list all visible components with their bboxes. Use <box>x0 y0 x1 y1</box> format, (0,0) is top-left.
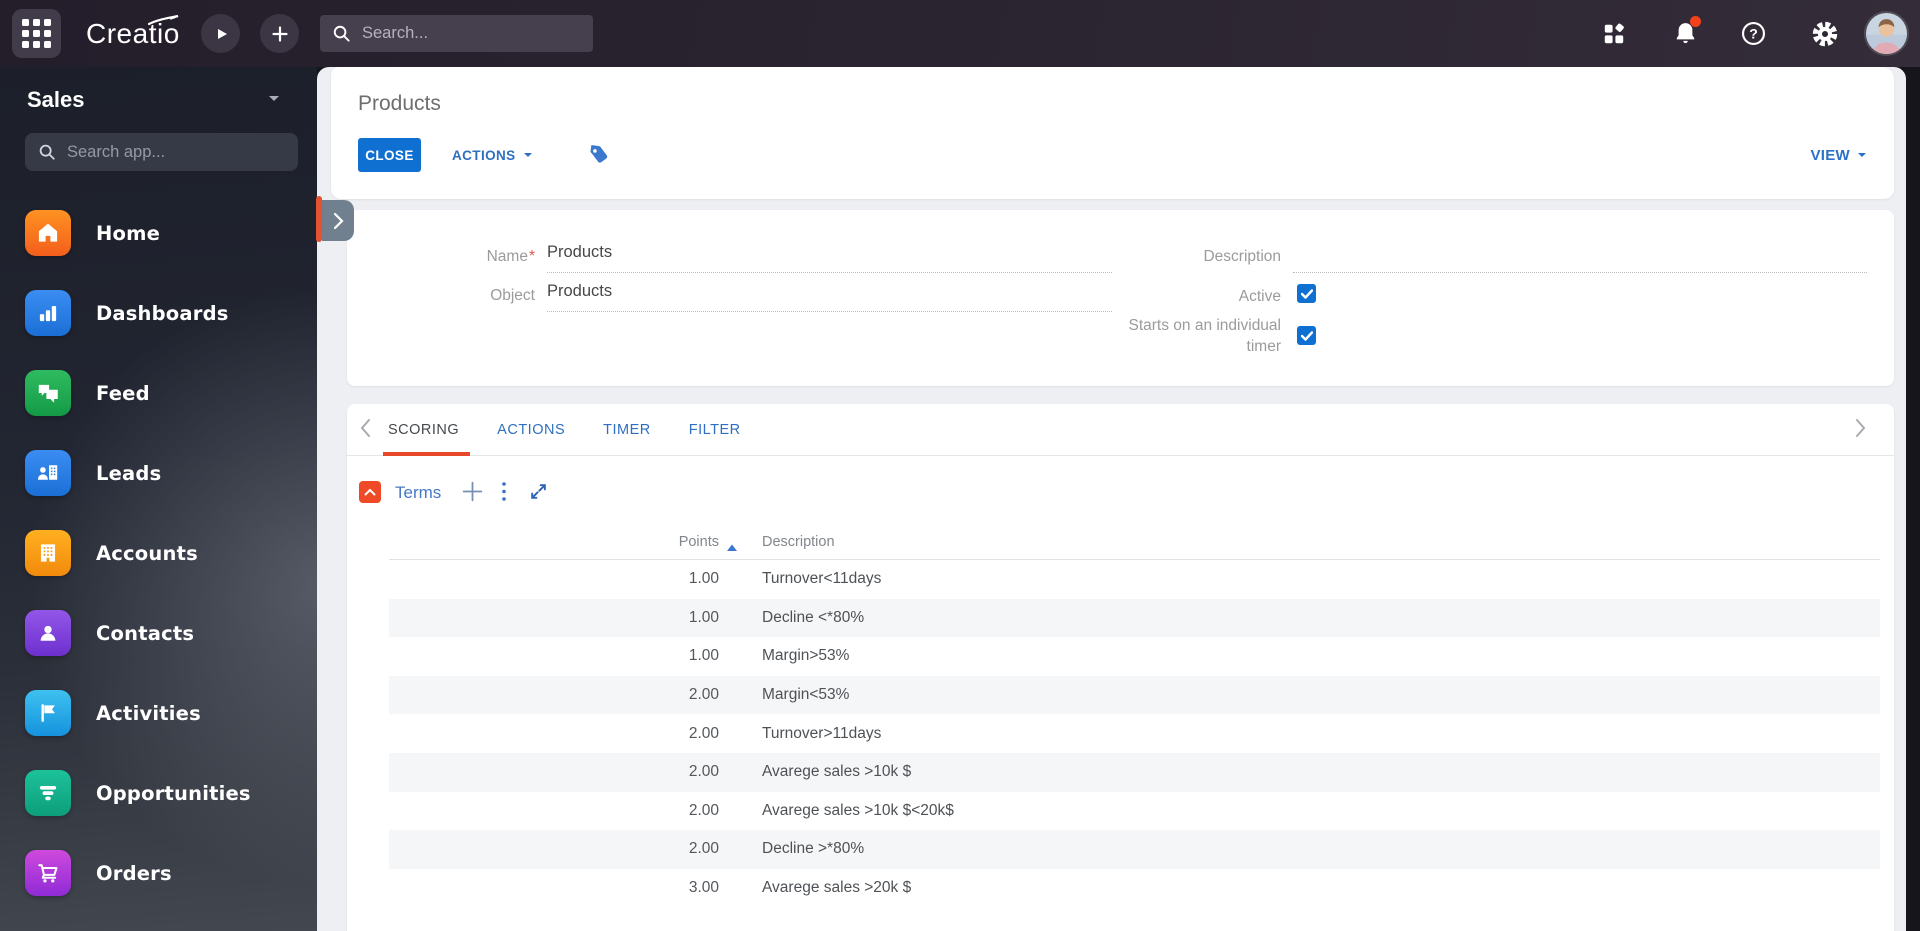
name-field[interactable]: Products <box>547 243 1112 273</box>
timer-label: Starts on an individual timer <box>1128 317 1281 355</box>
apps-grid-icon[interactable] <box>12 9 61 58</box>
tab-timer[interactable]: TIMER <box>603 422 651 438</box>
creatio-logo[interactable]: Creatio <box>86 0 180 67</box>
tab-scoring[interactable]: SCORING <box>388 422 459 438</box>
app-search-input[interactable]: Search app... <box>25 133 298 171</box>
tabs: SCORING ACTIONS TIMER FILTER <box>388 404 741 456</box>
object-label: Object <box>490 287 535 304</box>
logo-swoosh-icon <box>148 15 179 26</box>
add-record-button[interactable] <box>461 480 484 508</box>
chevron-down-icon <box>1858 153 1866 161</box>
table-row[interactable]: 2.00 Decline >*80% <box>389 830 1880 869</box>
detail-tabs-card: SCORING ACTIONS TIMER FILTER Terms Points D… <box>347 404 1894 931</box>
tag-icon[interactable] <box>587 143 610 171</box>
global-search-placeholder: Search... <box>362 24 429 42</box>
actions-button[interactable]: ACTIONS <box>452 138 532 172</box>
sidebar-item-home[interactable]: Home <box>0 210 317 256</box>
user-avatar[interactable] <box>1866 13 1907 54</box>
settings-gear-icon[interactable] <box>1805 0 1845 67</box>
view-button[interactable]: VIEW <box>1810 138 1866 172</box>
description-label: Description <box>1203 248 1281 265</box>
app-search-placeholder: Search app... <box>67 142 166 161</box>
record-header-card: Products CLOSE ACTIONS VIEW <box>331 67 1894 199</box>
chevron-right-icon <box>333 212 344 229</box>
column-header-points[interactable]: Points <box>389 534 719 550</box>
sort-asc-icon <box>726 539 738 557</box>
orders-icon <box>25 850 71 896</box>
record-form-card: Name* Products Object Products Descripti… <box>347 210 1894 386</box>
tabs-scroll-right-icon[interactable] <box>1855 418 1867 443</box>
expand-panel-handle[interactable] <box>322 200 354 241</box>
search-icon <box>39 144 55 160</box>
contacts-icon <box>25 610 71 656</box>
tabs-scroll-left-icon[interactable] <box>359 418 371 443</box>
top-bar: Creatio Search... ? <box>0 0 1920 67</box>
name-label: Name* <box>486 248 535 265</box>
required-asterisk: * <box>528 248 535 265</box>
tab-actions[interactable]: ACTIONS <box>497 422 565 438</box>
leads-icon <box>25 450 71 496</box>
tabs-bar: SCORING ACTIONS TIMER FILTER <box>347 404 1894 456</box>
expand-section-icon[interactable] <box>529 482 548 506</box>
global-search-input[interactable]: Search... <box>320 15 593 52</box>
activities-icon <box>25 690 71 736</box>
active-tab-underline <box>383 452 470 456</box>
sidebar-item-accounts[interactable]: Accounts <box>0 530 317 576</box>
sidebar-item-leads[interactable]: Leads <box>0 450 317 496</box>
table-row[interactable]: 2.00 Turnover>11days <box>389 714 1880 753</box>
active-checkbox[interactable] <box>1297 284 1316 303</box>
dashboards-icon <box>25 290 71 336</box>
sidebar-item-activities[interactable]: Activities <box>0 690 317 736</box>
add-icon[interactable] <box>260 14 299 53</box>
table-row[interactable]: 1.00 Decline <*80% <box>389 598 1880 638</box>
tab-filter[interactable]: FILTER <box>689 422 741 438</box>
check-icon <box>1300 288 1313 299</box>
table-row[interactable]: 2.00 Margin<53% <box>389 675 1880 715</box>
table-row[interactable]: 3.00 Avarege sales >20k $ <box>389 869 1880 908</box>
sidebar-item-orders[interactable]: Orders <box>0 850 317 896</box>
page-title: Products <box>358 92 441 115</box>
check-icon <box>1300 330 1313 341</box>
notifications-icon[interactable] <box>1665 0 1705 67</box>
close-button[interactable]: CLOSE <box>358 138 421 172</box>
table-row[interactable]: 1.00 Margin>53% <box>389 637 1880 676</box>
chevron-up-icon <box>364 488 376 496</box>
feed-icon <box>25 370 71 416</box>
chevron-down-icon <box>269 96 279 106</box>
active-label: Active <box>1238 288 1281 305</box>
table-row[interactable]: 2.00 Avarege sales >10k $<20k$ <box>389 792 1880 831</box>
terms-table: 1.00 Turnover<11days 1.00 Decline <*80% … <box>389 560 1880 907</box>
sidebar-item-contacts[interactable]: Contacts <box>0 610 317 656</box>
section-title: Terms <box>395 483 442 502</box>
workspace-name: Sales <box>27 87 85 112</box>
accounts-icon <box>25 530 71 576</box>
collapse-section-button[interactable] <box>359 481 381 503</box>
sidebar-item-dashboards[interactable]: Dashboards <box>0 290 317 336</box>
help-icon[interactable]: ? <box>1733 0 1773 67</box>
play-icon[interactable] <box>201 14 240 53</box>
table-row[interactable]: 1.00 Turnover<11days <box>389 560 1880 599</box>
sidebar-nav: Home Dashboards Feed Leads Accounts Cont… <box>0 210 317 896</box>
sidebar-item-opportunities[interactable]: Opportunities <box>0 770 317 816</box>
svg-text:?: ? <box>1749 25 1758 41</box>
notification-badge <box>1690 16 1701 27</box>
home-icon <box>25 210 71 256</box>
table-row[interactable]: 2.00 Avarege sales >10k $ <box>389 752 1880 792</box>
search-icon <box>333 25 350 42</box>
workspace-selector[interactable]: Sales <box>27 87 297 113</box>
sidebar-item-feed[interactable]: Feed <box>0 370 317 416</box>
sidebar: Sales Search app... Home Dashboards Feed <box>0 67 317 931</box>
opportunities-icon <box>25 770 71 816</box>
more-options-icon[interactable] <box>500 480 508 508</box>
description-field[interactable] <box>1293 243 1867 273</box>
timer-checkbox[interactable] <box>1297 326 1316 345</box>
column-header-description[interactable]: Description <box>762 534 835 550</box>
workspaces-icon[interactable] <box>1594 0 1634 67</box>
chevron-down-icon <box>523 153 532 161</box>
content-panel: Products CLOSE ACTIONS VIEW Name* Produc… <box>316 67 1906 931</box>
object-field[interactable]: Products <box>547 282 1112 312</box>
